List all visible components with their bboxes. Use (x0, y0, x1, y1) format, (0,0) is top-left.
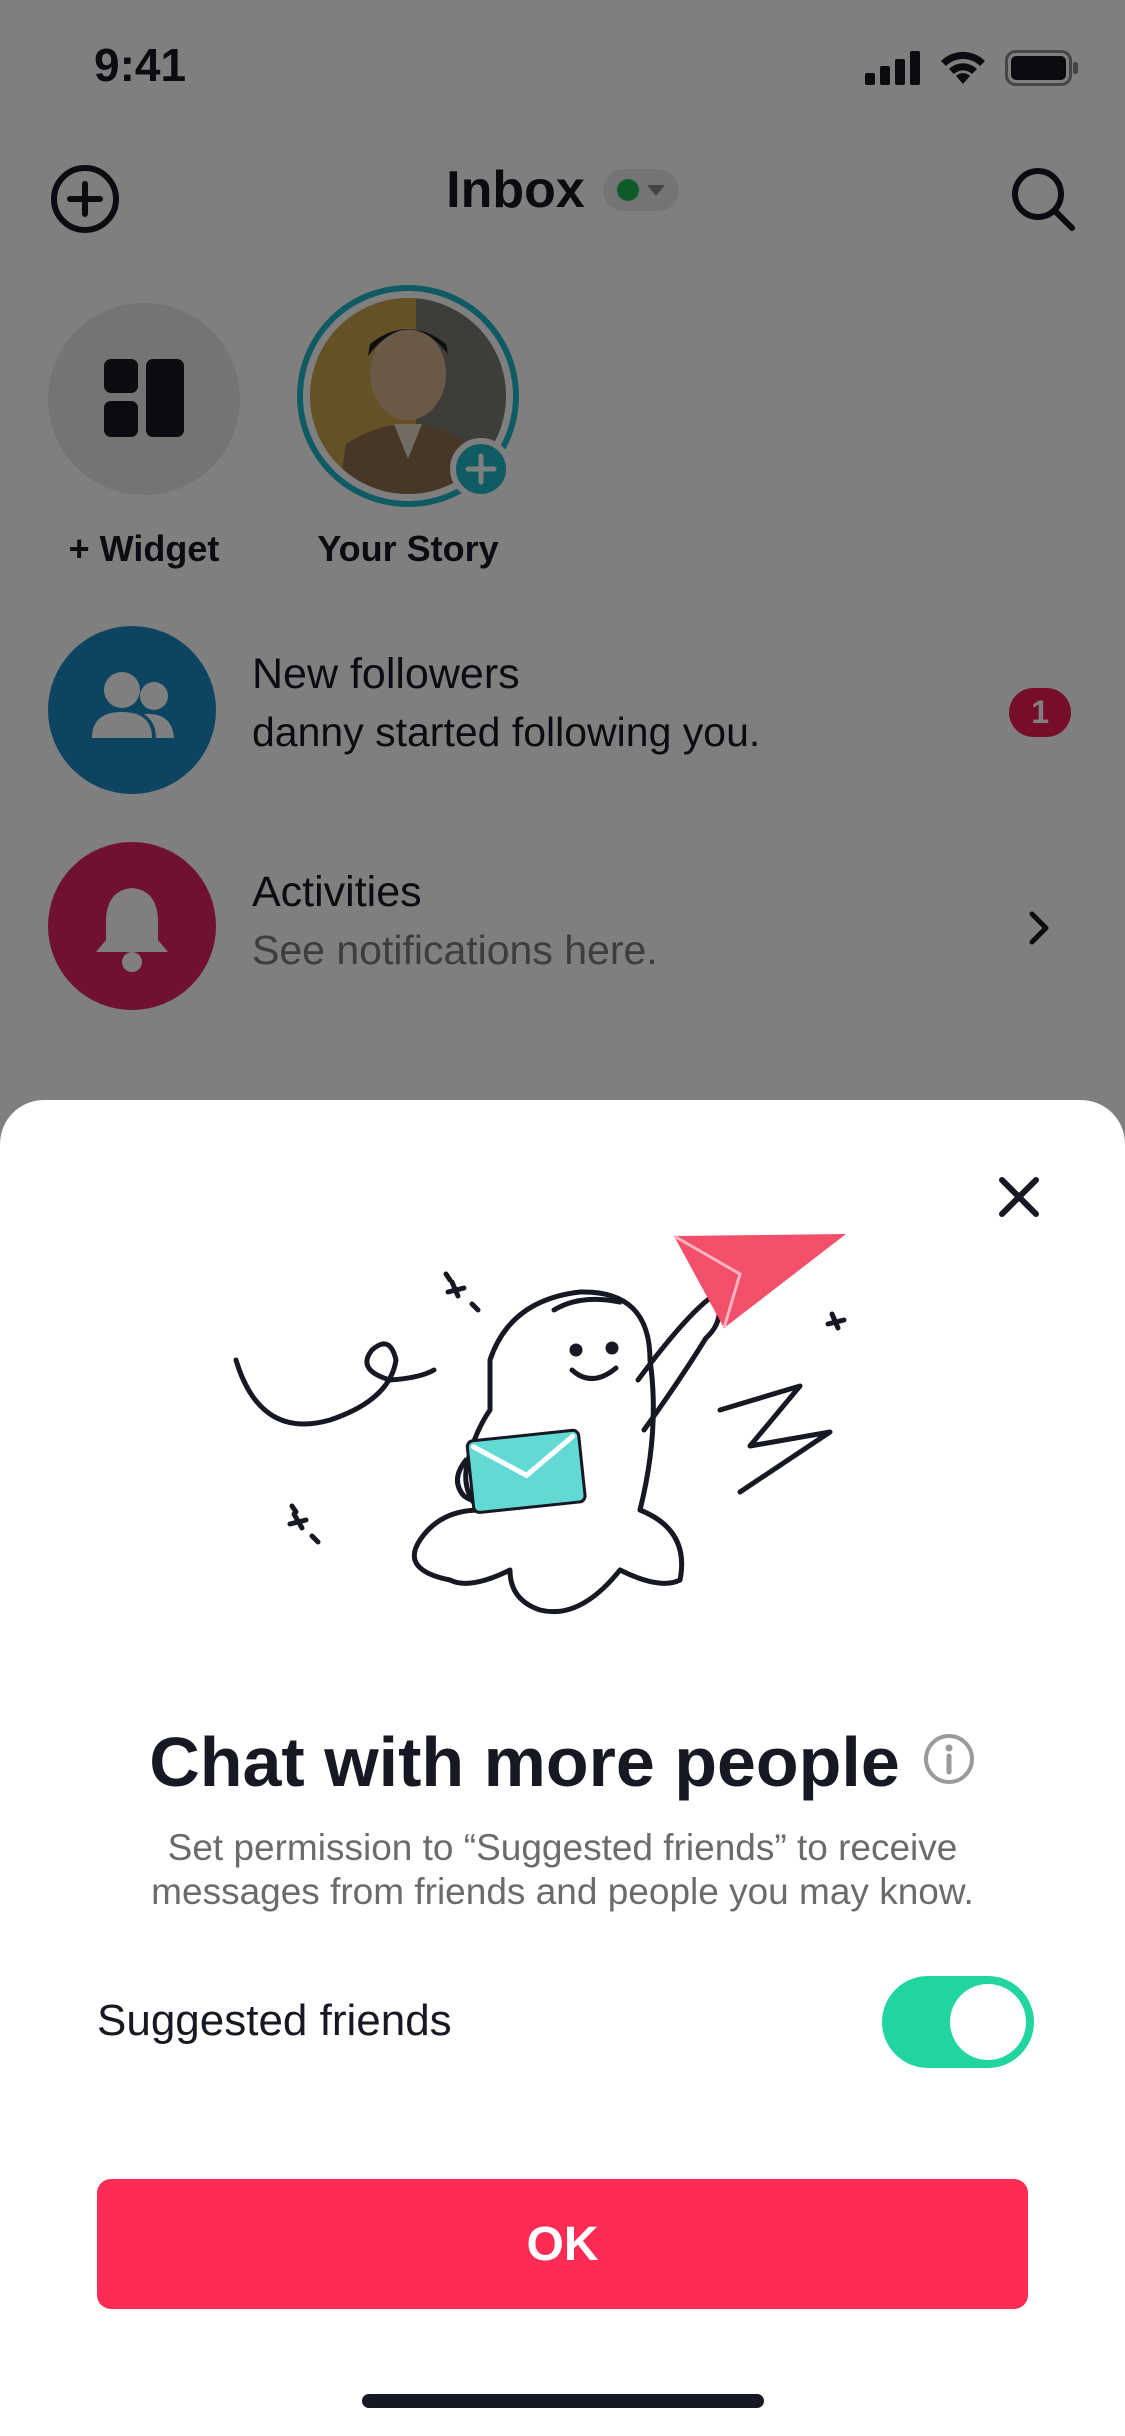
close-icon (999, 1177, 1039, 1217)
close-button[interactable] (994, 1172, 1044, 1227)
sheet-title-row: Chat with more people (0, 1722, 1125, 1802)
suggested-friends-toggle[interactable] (882, 1976, 1034, 2068)
home-indicator[interactable] (362, 2394, 764, 2408)
info-icon (923, 1734, 974, 1784)
toggle-label: Suggested friends (97, 1996, 452, 2045)
ok-button[interactable]: OK (97, 2179, 1028, 2309)
chat-illustration (233, 1234, 847, 1615)
sheet-title: Chat with more people (149, 1723, 900, 1801)
info-button[interactable] (922, 1722, 976, 1802)
sheet-description: Set permission to “Suggested friends” to… (151, 1827, 974, 1912)
toggle-knob (950, 1984, 1026, 2060)
